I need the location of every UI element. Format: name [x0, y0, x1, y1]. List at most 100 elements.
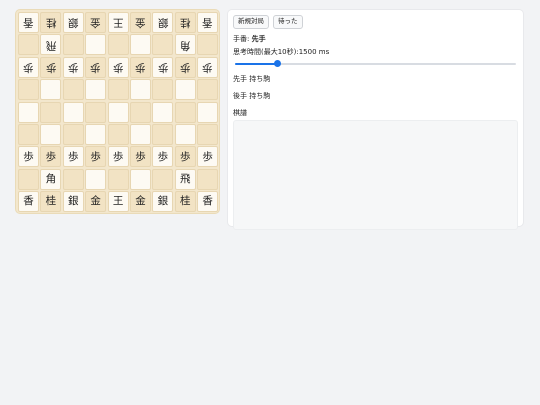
- board-cell[interactable]: 銀: [62, 12, 84, 33]
- board-cell[interactable]: [129, 79, 151, 101]
- board-cell[interactable]: [85, 101, 107, 123]
- board-cell[interactable]: 歩: [197, 56, 219, 78]
- board-cell[interactable]: 銀: [152, 12, 174, 33]
- gote-piece: 歩: [157, 61, 169, 74]
- board-cell[interactable]: [152, 168, 174, 190]
- gote-piece: 王: [112, 16, 124, 29]
- board-cell[interactable]: [152, 101, 174, 123]
- board-cell[interactable]: 歩: [174, 56, 196, 78]
- board-cell[interactable]: 歩: [129, 56, 151, 78]
- board-cell[interactable]: 金: [129, 12, 151, 33]
- board-cell[interactable]: 桂: [174, 12, 196, 33]
- board-cell[interactable]: [107, 168, 129, 190]
- board-cell[interactable]: 歩: [18, 56, 39, 78]
- board-cell[interactable]: 歩: [129, 146, 151, 168]
- board-cell[interactable]: [174, 101, 196, 123]
- board-cell[interactable]: 王: [107, 12, 129, 33]
- slider-fill: [235, 62, 278, 66]
- board-cell[interactable]: [62, 101, 84, 123]
- board-cell[interactable]: 歩: [40, 56, 62, 78]
- board-cell[interactable]: 王: [107, 191, 129, 213]
- board-cell[interactable]: 香: [197, 12, 219, 33]
- board-cell[interactable]: 角: [174, 34, 196, 56]
- board-cell[interactable]: [18, 123, 39, 145]
- sente-piece: 金: [90, 195, 101, 208]
- board-cell[interactable]: [152, 123, 174, 145]
- gote-piece: 香: [23, 16, 34, 29]
- board-cell[interactable]: 銀: [62, 191, 84, 213]
- board-cell[interactable]: [197, 34, 219, 56]
- board-cell[interactable]: [174, 79, 196, 101]
- board-cell[interactable]: 金: [85, 191, 107, 213]
- board-cell[interactable]: 角: [40, 168, 62, 190]
- board-cell[interactable]: [197, 101, 219, 123]
- board-cell[interactable]: 歩: [174, 146, 196, 168]
- board-cell[interactable]: 飛: [174, 168, 196, 190]
- board-cell[interactable]: 歩: [62, 146, 84, 168]
- board-cell[interactable]: [174, 123, 196, 145]
- board-cell[interactable]: 歩: [85, 146, 107, 168]
- board-cell[interactable]: [107, 34, 129, 56]
- board-cell[interactable]: [152, 34, 174, 56]
- board-cell[interactable]: 香: [18, 12, 39, 33]
- board-cell[interactable]: [85, 79, 107, 101]
- board-cell[interactable]: 桂: [174, 191, 196, 213]
- board-cell[interactable]: [129, 168, 151, 190]
- undo-button[interactable]: 待った: [273, 15, 303, 29]
- board-cell[interactable]: 金: [129, 191, 151, 213]
- board-cell[interactable]: [107, 123, 129, 145]
- board-cell[interactable]: [18, 101, 39, 123]
- board-cell[interactable]: [129, 123, 151, 145]
- sente-piece: 歩: [23, 150, 34, 163]
- board-cell[interactable]: 金: [85, 12, 107, 33]
- sente-piece: 歩: [68, 150, 79, 163]
- board-cell[interactable]: 香: [197, 191, 219, 213]
- board-cell[interactable]: 歩: [18, 146, 39, 168]
- board-cell[interactable]: 飛: [40, 34, 62, 56]
- board-cell[interactable]: 歩: [107, 146, 129, 168]
- board-cell[interactable]: [197, 79, 219, 101]
- board-cell[interactable]: 歩: [197, 146, 219, 168]
- board-cell[interactable]: 歩: [85, 56, 107, 78]
- board-cell[interactable]: 歩: [107, 56, 129, 78]
- board-cell[interactable]: [197, 168, 219, 190]
- board-cell[interactable]: [62, 34, 84, 56]
- board-cell[interactable]: [107, 79, 129, 101]
- board-cell[interactable]: [40, 101, 62, 123]
- board-cell[interactable]: [107, 101, 129, 123]
- board-cell[interactable]: [152, 79, 174, 101]
- board-cell[interactable]: [85, 168, 107, 190]
- slider-thumb[interactable]: [273, 60, 281, 68]
- board-cell[interactable]: [129, 101, 151, 123]
- think-time-slider[interactable]: [235, 60, 516, 68]
- board-cell[interactable]: [18, 168, 39, 190]
- board-cell[interactable]: [40, 123, 62, 145]
- board-cell[interactable]: [62, 79, 84, 101]
- board-cell[interactable]: [129, 34, 151, 56]
- sente-piece: 銀: [157, 195, 169, 208]
- board-cell[interactable]: [197, 123, 219, 145]
- gote-piece: 桂: [179, 16, 191, 29]
- board-cell[interactable]: 歩: [152, 56, 174, 78]
- board-cell[interactable]: [85, 34, 107, 56]
- board-cell[interactable]: 歩: [152, 146, 174, 168]
- board-cell[interactable]: [18, 79, 39, 101]
- board-cell[interactable]: 歩: [40, 146, 62, 168]
- board-cell[interactable]: [62, 168, 84, 190]
- gote-piece: 金: [90, 16, 101, 29]
- sente-piece: 歩: [179, 150, 191, 163]
- board-cell[interactable]: [85, 123, 107, 145]
- board-cell[interactable]: [40, 79, 62, 101]
- board-cell[interactable]: [62, 123, 84, 145]
- sente-piece: 角: [45, 172, 57, 185]
- board-cell[interactable]: 桂: [40, 191, 62, 213]
- board-cell[interactable]: 銀: [152, 191, 174, 213]
- sente-piece: 歩: [90, 150, 101, 163]
- board-cell[interactable]: 歩: [62, 56, 84, 78]
- board-cell[interactable]: 桂: [40, 12, 62, 33]
- board-cell[interactable]: 香: [18, 191, 39, 213]
- gote-piece: 金: [135, 16, 146, 29]
- board-cell[interactable]: [18, 34, 39, 56]
- new-game-button[interactable]: 新規対局: [233, 15, 269, 29]
- kifu-area[interactable]: [233, 119, 518, 230]
